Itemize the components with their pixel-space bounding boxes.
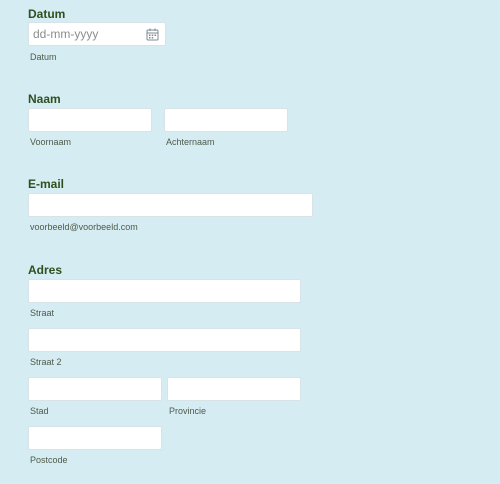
city-input[interactable] (28, 377, 162, 401)
city-sublabel: Stad (30, 406, 49, 416)
date-sublabel: Datum (30, 52, 57, 62)
province-sublabel: Provincie (169, 406, 207, 416)
postcode-input[interactable] (28, 426, 162, 450)
date-input[interactable]: dd-mm-yyyy (28, 22, 166, 46)
date-section-title: Datum (28, 7, 66, 21)
email-section-title: E-mail (28, 177, 65, 191)
email-sublabel: voorbeeld@voorbeeld.com (30, 222, 138, 232)
province-input[interactable] (167, 377, 301, 401)
street-sublabel: Straat (30, 308, 55, 318)
first-name-sublabel: Voornaam (30, 137, 72, 147)
last-name-input[interactable] (164, 108, 288, 132)
email-input[interactable] (28, 193, 313, 217)
date-placeholder: dd-mm-yyyy (33, 27, 99, 41)
postcode-sublabel: Postcode (30, 455, 68, 465)
first-name-input[interactable] (28, 108, 152, 132)
street-input[interactable] (28, 279, 301, 303)
address-section-title: Adres (28, 263, 63, 277)
last-name-sublabel: Achternaam (166, 137, 215, 147)
calendar-icon[interactable] (146, 28, 159, 41)
street2-sublabel: Straat 2 (30, 357, 62, 367)
name-section-title: Naam (28, 92, 61, 106)
street2-input[interactable] (28, 328, 301, 352)
